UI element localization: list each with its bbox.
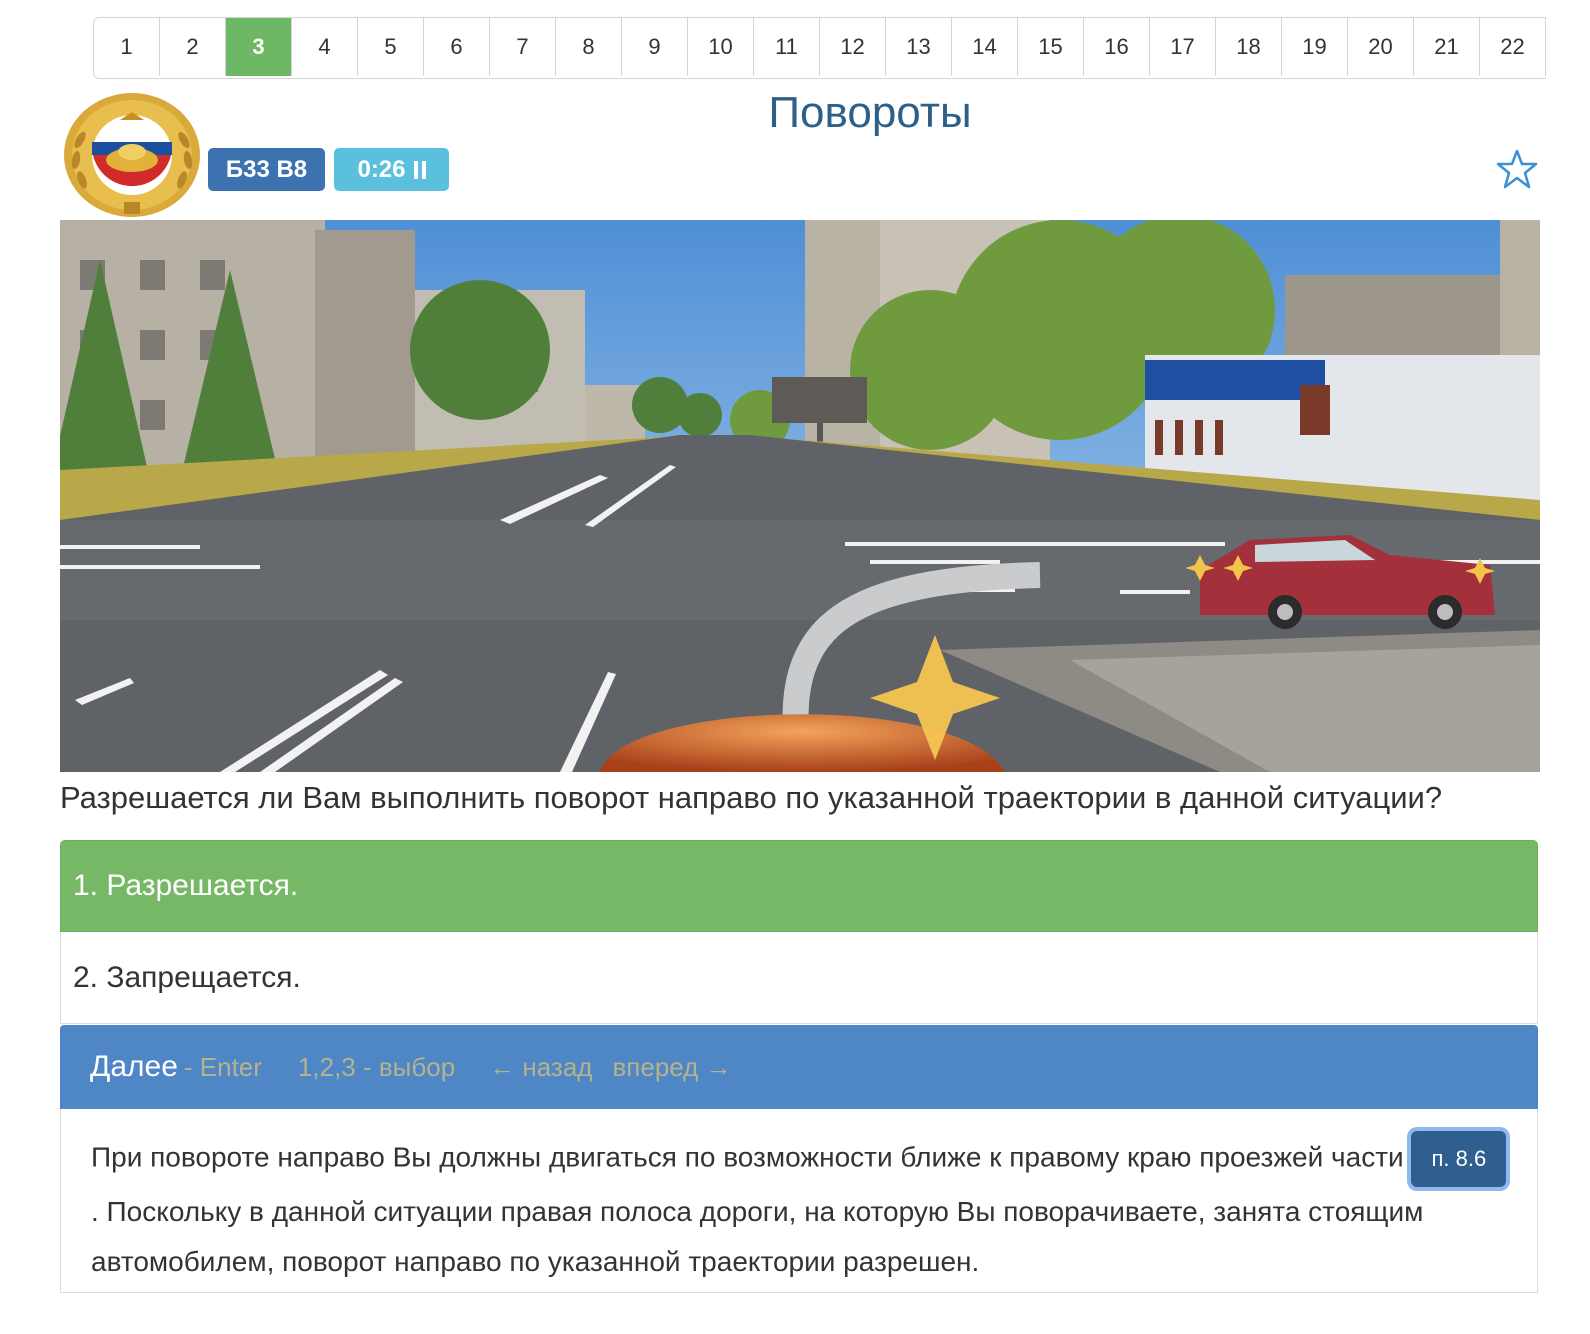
timer-value: 0:26 [357, 155, 406, 183]
page-button-21[interactable]: 21 [1414, 18, 1480, 76]
page-button-22[interactable]: 22 [1480, 18, 1546, 76]
answers-list: 1. Разрешается. 2. Запрещается. [60, 840, 1538, 1024]
timer-badge[interactable]: 0:26 [334, 148, 449, 191]
page-button-15[interactable]: 15 [1018, 18, 1084, 76]
page-button-18[interactable]: 18 [1216, 18, 1282, 76]
page-button-4[interactable]: 4 [292, 18, 358, 76]
page-button-17[interactable]: 17 [1150, 18, 1216, 76]
page-button-6[interactable]: 6 [424, 18, 490, 76]
answer-option-2[interactable]: 2. Запрещается. [60, 932, 1538, 1024]
page-button-9[interactable]: 9 [622, 18, 688, 76]
question-pagination: 1 2 3 4 5 6 7 8 9 10 11 12 13 14 15 16 17 18 19 20 21 22 [93, 17, 1546, 79]
page-button-13[interactable]: 13 [886, 18, 952, 76]
explanation-panel: При повороте направо Вы должны двигаться… [60, 1109, 1538, 1293]
back-link[interactable]: ← назад [489, 1052, 592, 1083]
pause-icon [413, 160, 426, 179]
page-button-8[interactable]: 8 [556, 18, 622, 76]
next-bar: Далее - Enter 1,2,3 - выбор ← назад впер… [60, 1025, 1538, 1109]
page-button-2[interactable]: 2 [160, 18, 226, 76]
page-button-20[interactable]: 20 [1348, 18, 1414, 76]
page-button-11[interactable]: 11 [754, 18, 820, 76]
page-button-1[interactable]: 1 [94, 18, 160, 76]
ticket-badge: Б33 В8 [208, 148, 325, 191]
next-button[interactable]: Далее [90, 1050, 178, 1084]
question-text: Разрешается ли Вам выполнить поворот нап… [60, 780, 1443, 815]
gibdd-emblem-logo [64, 93, 200, 217]
page-button-5[interactable]: 5 [358, 18, 424, 76]
rule-reference-button[interactable]: п. 8.6 [1411, 1131, 1507, 1187]
explanation-text-part2: . Поскольку в данной ситуации правая пол… [91, 1196, 1424, 1277]
page-title: Повороты [768, 88, 972, 137]
page-button-7[interactable]: 7 [490, 18, 556, 76]
page-button-14[interactable]: 14 [952, 18, 1018, 76]
page-button-16[interactable]: 16 [1084, 18, 1150, 76]
forward-link[interactable]: вперед → [612, 1052, 731, 1083]
page-button-12[interactable]: 12 [820, 18, 886, 76]
select-hint: 1,2,3 - выбор [297, 1051, 456, 1082]
answer-option-1[interactable]: 1. Разрешается. [60, 840, 1538, 932]
explanation-text-part1: При повороте направо Вы должны двигаться… [91, 1141, 1412, 1173]
enter-hint: - Enter [183, 1051, 262, 1082]
page-button-19[interactable]: 19 [1282, 18, 1348, 76]
star-outline-icon[interactable] [1496, 148, 1538, 190]
page-button-10[interactable]: 10 [688, 18, 754, 76]
question-illustration [60, 220, 1540, 772]
page-button-3[interactable]: 3 [226, 18, 292, 76]
